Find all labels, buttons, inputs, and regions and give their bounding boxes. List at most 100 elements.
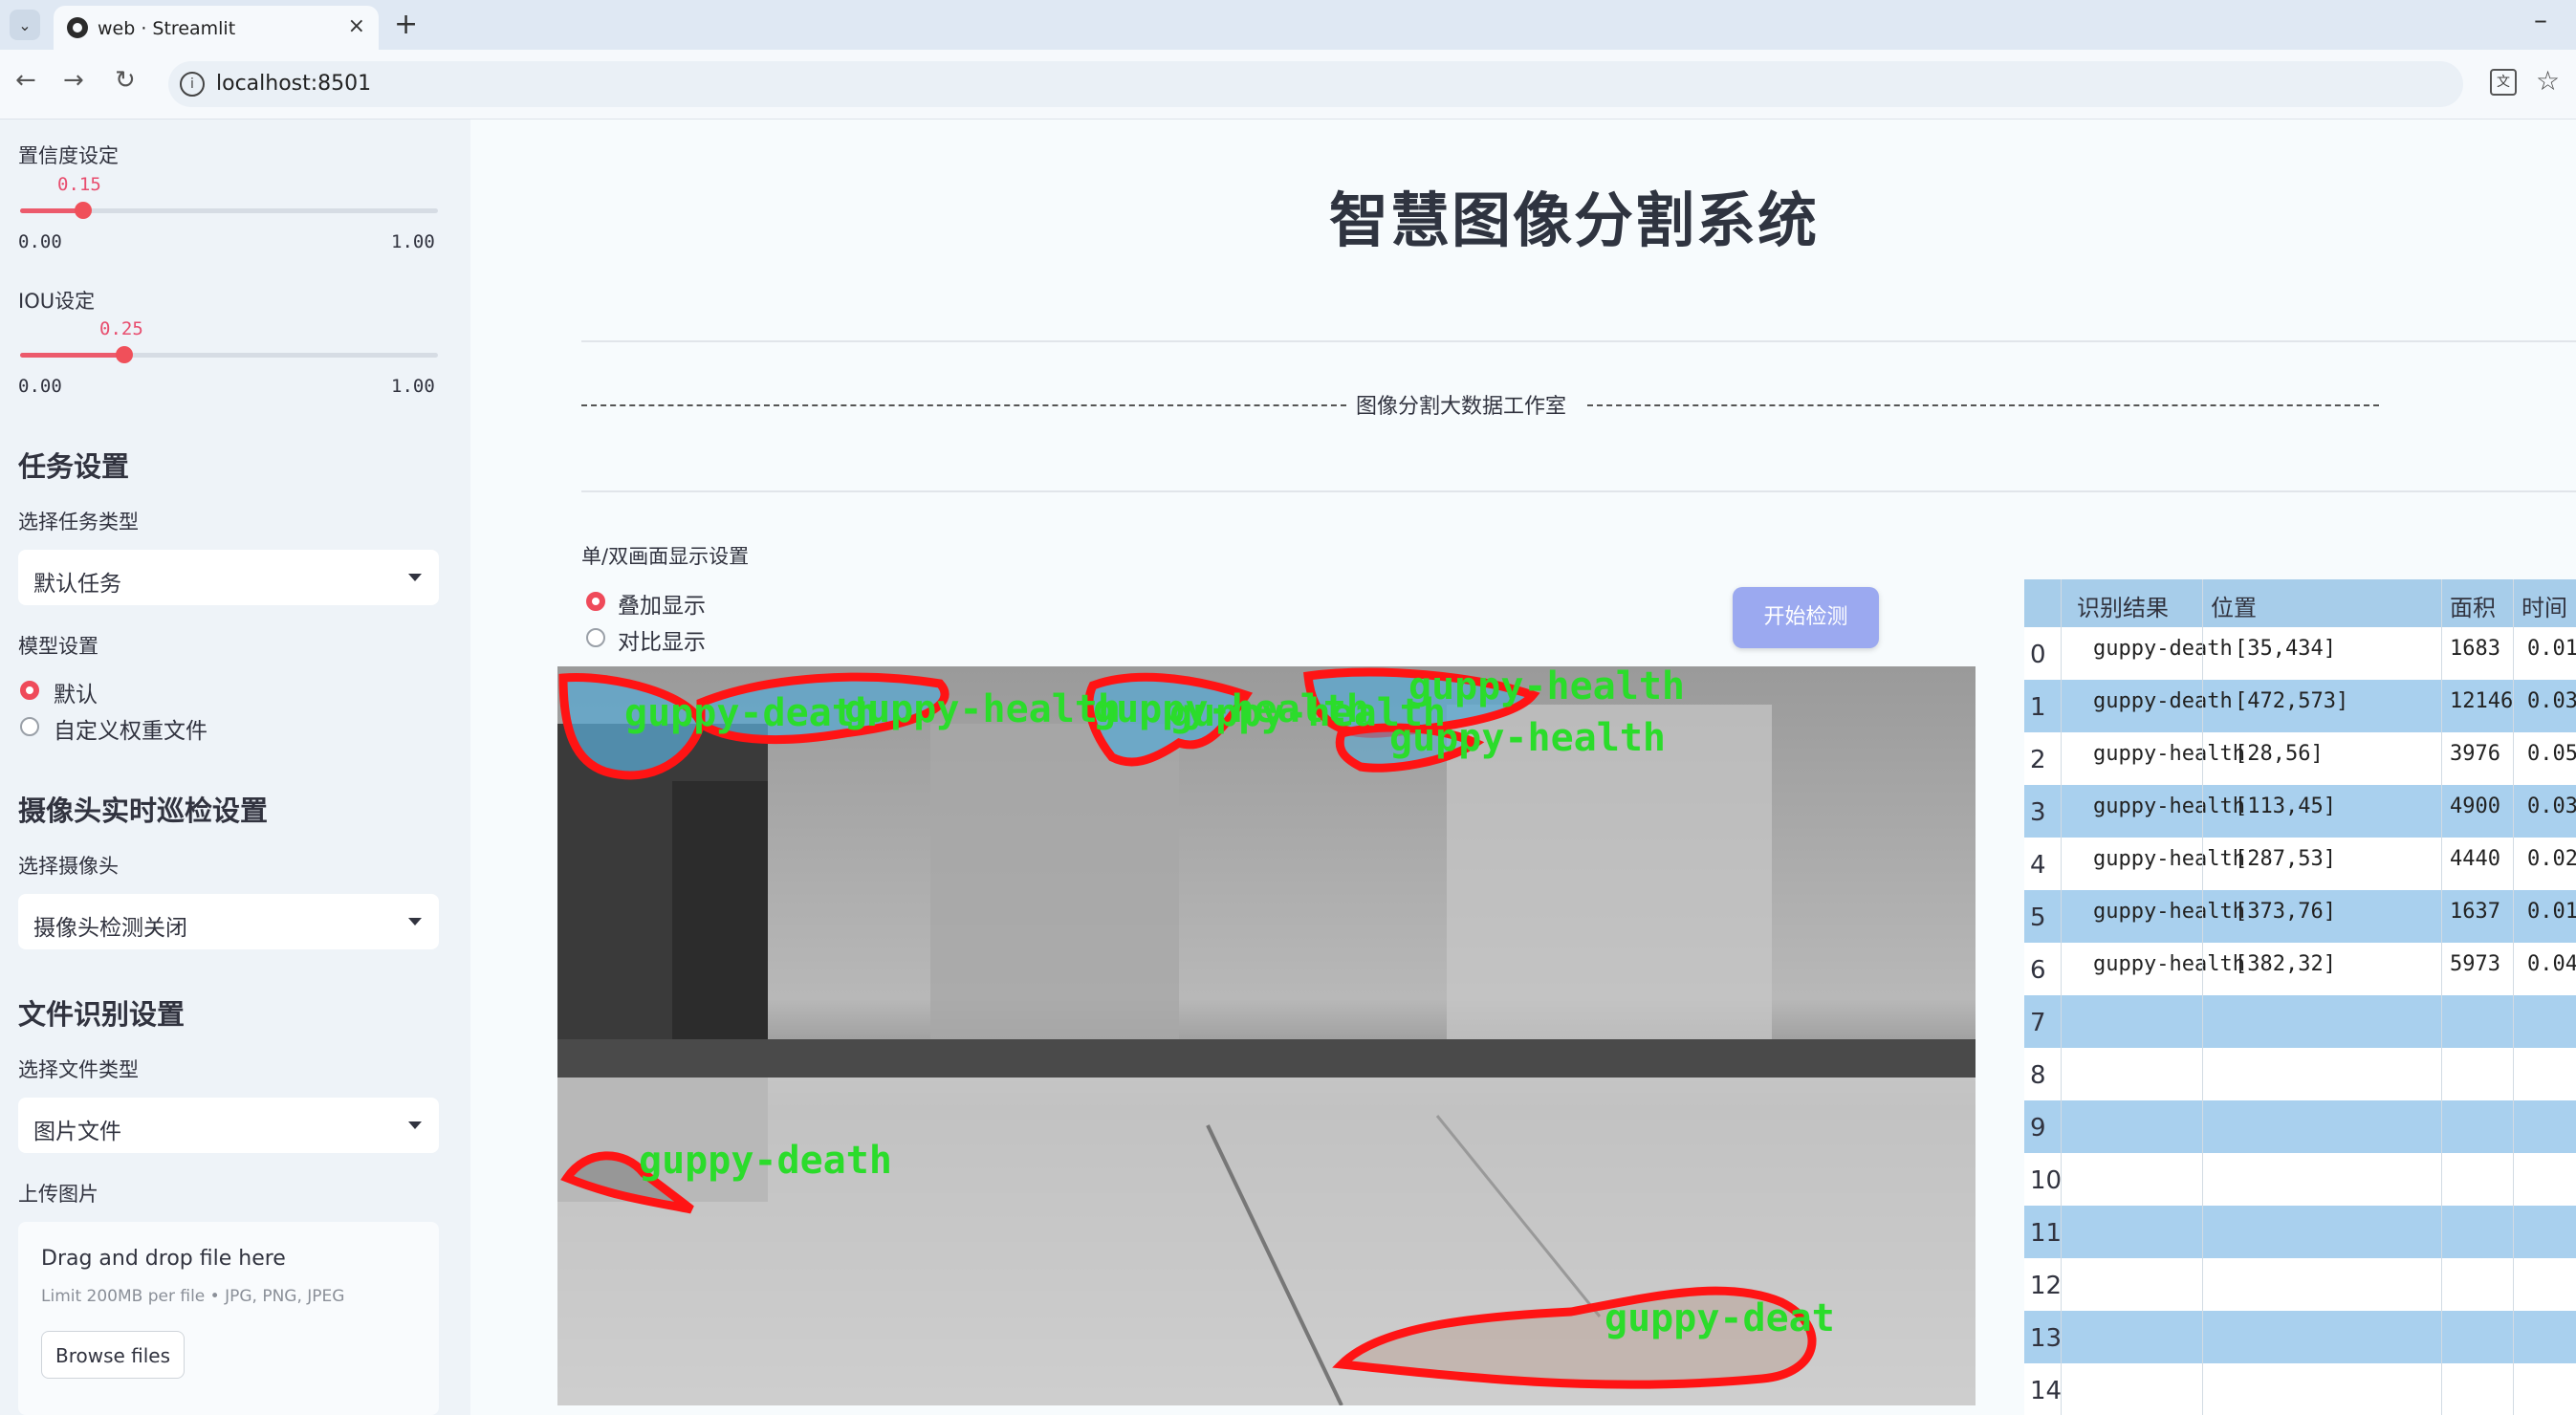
time-cell: 0.02 — [2527, 847, 2576, 871]
table-row[interactable]: 4 guppy-health 4440 0.02 [287,53] — [2024, 838, 2576, 890]
dash-right — [1587, 404, 2379, 406]
area-cell: 4900 — [2450, 795, 2500, 818]
start-detection-button[interactable]: 开始检测 — [1733, 587, 1879, 648]
file-type-select[interactable]: 图片文件 — [18, 1098, 439, 1153]
results-table[interactable]: 识别结果 位置 面积 时间 0 guppy-death 1683 0.01 [35,43… — [2024, 579, 2576, 1415]
table-row[interactable]: 5 guppy-health 1637 0.01 [373,76] — [2024, 890, 2576, 943]
translate-icon[interactable]: 文 — [2490, 69, 2517, 96]
table-row[interactable]: 12 — [2024, 1258, 2576, 1311]
iou-slider-thumb[interactable] — [116, 346, 134, 363]
upload-label: 上传图片 — [18, 1183, 98, 1206]
camera-select[interactable]: 摄像头检测关闭 — [18, 894, 439, 949]
column-header[interactable]: 面积 — [2450, 589, 2496, 622]
upload-title: Drag and drop file here — [41, 1247, 286, 1271]
forward-arrow-icon[interactable]: → — [63, 66, 84, 95]
model-radio-custom[interactable] — [20, 717, 39, 736]
overlay-label: guppy-death — [639, 1139, 892, 1183]
table-row[interactable]: 14 — [2024, 1363, 2576, 1415]
confidence-slider-thumb[interactable] — [74, 202, 92, 219]
task-type-select[interactable]: 默认任务 — [18, 550, 439, 605]
site-info-icon[interactable]: i — [180, 72, 205, 97]
dash-left — [581, 404, 1346, 406]
minimize-window-icon[interactable]: – — [2534, 4, 2547, 35]
position-cell: [373,76] — [2235, 900, 2336, 924]
iou-min: 0.00 — [18, 376, 62, 397]
row-index: 9 — [2030, 1114, 2046, 1143]
browser-tab-bar: ⌄ web · Streamlit × + – — [0, 0, 2576, 50]
url-field[interactable]: i localhost:8501 — [168, 61, 2463, 107]
file-type-value: 图片文件 — [33, 1120, 121, 1144]
display-radio-overlay[interactable] — [586, 592, 605, 611]
time-cell: 0.01 — [2527, 637, 2576, 661]
table-row[interactable]: 8 — [2024, 1048, 2576, 1100]
reload-icon[interactable]: ↻ — [115, 66, 136, 95]
model-option-default[interactable]: 默认 — [54, 676, 98, 708]
position-cell: [113,45] — [2235, 795, 2336, 818]
result-cell: guppy-health — [2093, 795, 2245, 818]
area-cell: 5973 — [2450, 952, 2500, 976]
browse-files-button[interactable]: Browse files — [41, 1331, 185, 1379]
column-header[interactable]: 位置 — [2211, 589, 2257, 622]
table-row[interactable]: 2 guppy-health 3976 0.05 [28,56] — [2024, 732, 2576, 785]
close-tab-icon[interactable]: × — [348, 14, 365, 38]
camera-label: 选择摄像头 — [18, 855, 119, 878]
iou-slider[interactable] — [20, 346, 438, 363]
table-row[interactable]: 1 guppy-death 12146 0.03 [472,573] — [2024, 680, 2576, 732]
file-uploader-dropzone[interactable]: Drag and drop file here Limit 200MB per … — [18, 1222, 439, 1415]
streamlit-favicon-icon — [67, 17, 88, 38]
table-row[interactable]: 10 — [2024, 1153, 2576, 1206]
table-header: 识别结果 位置 面积 时间 — [2024, 579, 2576, 627]
chevron-down-icon — [408, 574, 422, 581]
result-cell: guppy-health — [2093, 742, 2245, 766]
confidence-min: 0.00 — [18, 231, 62, 252]
time-cell: 0.05 — [2527, 742, 2576, 766]
column-header[interactable]: 时间 — [2521, 589, 2567, 622]
table-row[interactable]: 3 guppy-health 4900 0.03 [113,45] — [2024, 785, 2576, 838]
position-cell: [28,56] — [2235, 742, 2324, 766]
display-mode-label: 单/双画面显示设置 — [581, 545, 750, 568]
tab-title: web · Streamlit — [98, 18, 236, 39]
row-index: 7 — [2030, 1009, 2046, 1037]
confidence-value: 0.15 — [57, 174, 101, 195]
row-index: 1 — [2030, 693, 2046, 722]
display-option-compare[interactable]: 对比显示 — [618, 623, 706, 656]
table-row[interactable]: 11 — [2024, 1206, 2576, 1258]
position-cell: [287,53] — [2235, 847, 2336, 871]
bookmark-star-icon[interactable]: ☆ — [2536, 65, 2560, 97]
row-index: 4 — [2030, 851, 2046, 880]
browser-tab[interactable]: web · Streamlit × — [54, 6, 379, 50]
table-row[interactable]: 9 — [2024, 1100, 2576, 1153]
table-row[interactable]: 7 — [2024, 995, 2576, 1048]
confidence-slider[interactable] — [20, 202, 438, 219]
column-divider — [2061, 579, 2062, 1415]
model-radio-default[interactable] — [20, 681, 39, 700]
display-option-overlay[interactable]: 叠加显示 — [618, 587, 706, 620]
url-text[interactable]: localhost:8501 — [216, 72, 371, 96]
column-header[interactable]: 识别结果 — [2077, 589, 2169, 622]
page-title: 智慧图像分割系统 — [1329, 185, 1820, 255]
table-row[interactable]: 6 guppy-health 5973 0.04 [382,32] — [2024, 943, 2576, 995]
row-index: 3 — [2030, 798, 2046, 827]
model-label: 模型设置 — [18, 635, 98, 658]
new-tab-icon[interactable]: + — [394, 8, 418, 41]
area-cell: 4440 — [2450, 847, 2500, 871]
file-section-heading: 文件识别设置 — [18, 998, 186, 1031]
row-index: 2 — [2030, 746, 2046, 774]
dark-block — [672, 781, 768, 1049]
time-cell: 0.03 — [2527, 689, 2576, 713]
area-cell: 12146 — [2450, 689, 2514, 713]
segmentation-result-image: guppy-health guppy-death guppy-health gu… — [557, 666, 1976, 1405]
result-cell: guppy-health — [2093, 847, 2245, 871]
table-row[interactable]: 0 guppy-death 1683 0.01 [35,434] — [2024, 627, 2576, 680]
display-radio-compare[interactable] — [586, 628, 605, 647]
tab-search-chevron-icon[interactable]: ⌄ — [10, 10, 40, 40]
address-bar-row: ← → ↻ i localhost:8501 文 ☆ — [0, 50, 2576, 120]
iou-value: 0.25 — [99, 318, 143, 339]
row-index: 8 — [2030, 1061, 2046, 1090]
file-type-label: 选择文件类型 — [18, 1058, 139, 1081]
table-row[interactable]: 13 — [2024, 1311, 2576, 1363]
divider-top — [581, 340, 2576, 342]
model-option-custom[interactable]: 自定义权重文件 — [54, 712, 207, 745]
position-cell: [382,32] — [2235, 952, 2336, 976]
back-arrow-icon[interactable]: ← — [15, 66, 36, 95]
